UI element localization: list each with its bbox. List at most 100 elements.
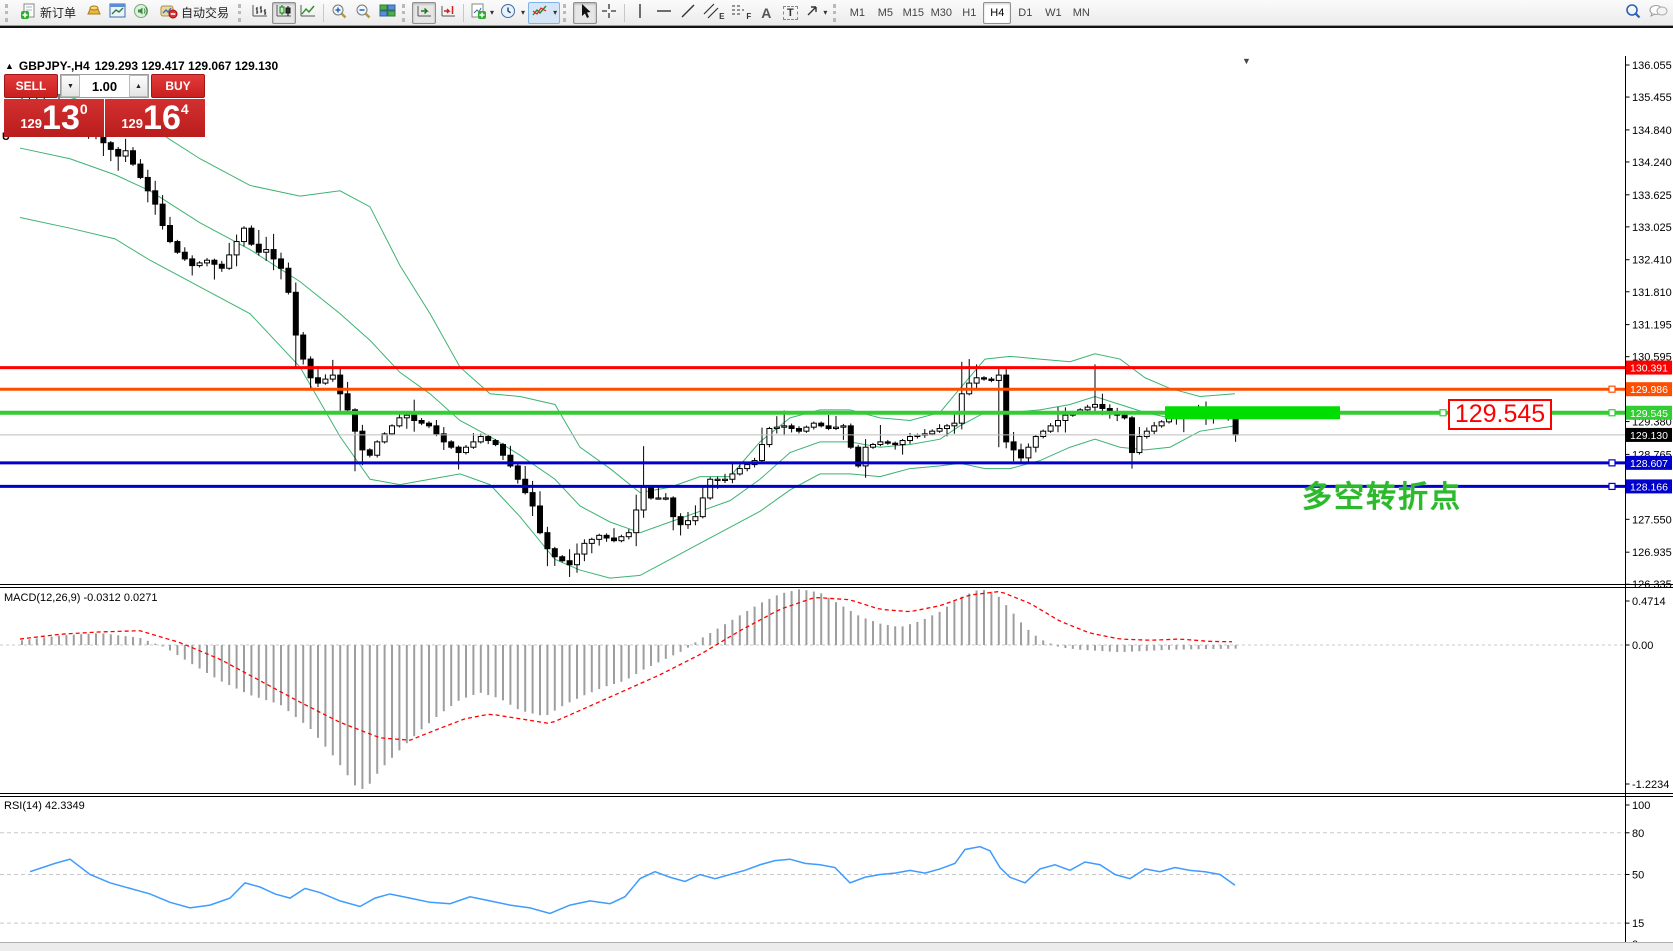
svg-text:0.00: 0.00	[1632, 640, 1653, 652]
new-order-button[interactable]: 新订单	[15, 2, 82, 24]
horizontal-line-icon	[656, 5, 672, 20]
panel-collapse-icon[interactable]: ▲	[5, 61, 14, 71]
svg-text:126.335: 126.335	[1632, 579, 1672, 591]
svg-text:128.166: 128.166	[1630, 481, 1668, 493]
tf-button-m1[interactable]: M1	[843, 2, 871, 24]
volume-increase-button[interactable]: ▲	[129, 75, 148, 97]
indicators-icon	[531, 3, 549, 22]
auto-scroll-button[interactable]	[412, 2, 436, 24]
toolbar-grip[interactable]	[563, 4, 570, 22]
auto-scroll-icon	[415, 3, 433, 22]
dropdown-arrow-icon: ▾	[823, 8, 827, 17]
ohlc-values: 129.293 129.417 129.067 129.130	[95, 59, 279, 73]
svg-text:136.055: 136.055	[1632, 60, 1672, 72]
indicators-dropdown[interactable]: ▾	[528, 2, 560, 24]
speaker-icon	[133, 3, 151, 22]
volume-input[interactable]: 1.00	[80, 75, 129, 97]
one-click-trading-panel: SELL ▼ 1.00 ▲ BUY 129 13 0 129 16 4	[4, 74, 205, 137]
tf-button-w1[interactable]: W1	[1039, 2, 1067, 24]
new-order-icon	[21, 3, 37, 22]
new-chart-dropdown[interactable]: ▾	[467, 2, 497, 24]
svg-text:129.545: 129.545	[1630, 408, 1668, 420]
volume-stepper: ▼ 1.00 ▲	[60, 74, 149, 98]
chat-bubbles-icon	[1648, 3, 1668, 23]
sell-button[interactable]: SELL	[4, 74, 58, 98]
symbol-period-label: GBPJPY-,H4	[19, 59, 90, 73]
auto-trading-label: 自动交易	[181, 4, 229, 21]
chart-window-icon	[109, 3, 127, 22]
zoom-in-icon	[330, 3, 348, 23]
gold-button[interactable]	[82, 2, 106, 24]
chart-shift-marker-icon[interactable]: ▼	[1242, 56, 1251, 66]
auto-trading-button[interactable]: 自动交易	[154, 2, 235, 24]
chart-symbol-header: ▲ GBPJPY-,H4 129.293 129.417 129.067 129…	[5, 59, 278, 73]
arrows-icon	[805, 4, 819, 21]
fibonacci-button[interactable]: F	[727, 2, 754, 24]
vertical-line-icon	[634, 3, 646, 22]
tf-button-d1[interactable]: D1	[1011, 2, 1039, 24]
toolbar-separator	[323, 4, 324, 22]
chat-button[interactable]	[1645, 2, 1671, 24]
auto-trading-icon	[160, 3, 178, 22]
zoom-in-button[interactable]	[327, 2, 351, 24]
svg-text:129.986: 129.986	[1630, 384, 1668, 396]
tf-button-m5[interactable]: M5	[871, 2, 899, 24]
toolbar-grip[interactable]	[833, 4, 840, 22]
svg-text:134.840: 134.840	[1632, 125, 1672, 137]
svg-text:80: 80	[1632, 828, 1644, 840]
turning-point-annotation[interactable]: 多空转折点	[1302, 472, 1462, 516]
bar-chart-button[interactable]	[248, 2, 272, 24]
chart-shift-button[interactable]	[436, 2, 460, 24]
buy-button[interactable]: BUY	[151, 74, 205, 98]
bar-chart-icon	[251, 3, 269, 22]
cursor-button[interactable]	[573, 2, 597, 24]
tf-button-mn[interactable]: MN	[1067, 2, 1095, 24]
alerts-button[interactable]	[130, 2, 154, 24]
toolbar-grip[interactable]	[5, 4, 12, 22]
search-icon	[1624, 3, 1642, 23]
dropdown-arrow-icon: ▾	[490, 8, 494, 17]
tf-button-m30[interactable]: M30	[927, 2, 955, 24]
toolbar-grip[interactable]	[238, 4, 245, 22]
rsi-indicator-label: RSI(14) 42.3349	[4, 800, 85, 812]
channel-letter: E	[719, 12, 724, 21]
chart-window-button[interactable]	[106, 2, 130, 24]
tile-windows-button[interactable]	[375, 2, 399, 24]
search-button[interactable]	[1621, 2, 1645, 24]
price-callout-box[interactable]: 129.545	[1448, 399, 1552, 430]
periodicity-dropdown[interactable]: ▾	[497, 2, 528, 24]
zoom-out-icon	[354, 3, 372, 23]
svg-text:134.240: 134.240	[1632, 157, 1672, 169]
mt4-window: { "glyphs": {"dropdown":"▾","triangle_up…	[0, 0, 1673, 951]
crosshair-button[interactable]	[597, 2, 621, 24]
toolbar-separator	[624, 4, 625, 22]
zoom-out-button[interactable]	[351, 2, 375, 24]
svg-text:131.810: 131.810	[1632, 287, 1672, 299]
new-chart-icon	[470, 3, 486, 22]
vertical-line-button[interactable]	[628, 2, 652, 24]
svg-text:0.4714: 0.4714	[1632, 596, 1666, 608]
volume-decrease-button[interactable]: ▼	[61, 75, 80, 97]
line-chart-button[interactable]	[296, 2, 320, 24]
sell-price-display[interactable]: 129 13 0	[4, 99, 105, 137]
svg-text:133.625: 133.625	[1632, 190, 1672, 202]
tf-button-m15[interactable]: M15	[899, 2, 927, 24]
buy-price-display[interactable]: 129 16 4	[105, 99, 205, 137]
candlestick-chart-button[interactable]	[272, 2, 296, 24]
equidistant-channel-button[interactable]: E	[700, 2, 727, 24]
svg-text:129.130: 129.130	[1630, 430, 1668, 442]
channel-icon	[703, 3, 719, 22]
chart-window: 136.055135.455134.840134.240133.625133.0…	[0, 26, 1673, 951]
toolbar-grip[interactable]	[402, 4, 409, 22]
arrows-dropdown[interactable]: ▾	[802, 2, 830, 24]
svg-text:135.455: 135.455	[1632, 92, 1672, 104]
horizontal-line-button[interactable]	[652, 2, 676, 24]
main-toolbar: 新订单 自动交易	[0, 0, 1673, 26]
svg-text:132.410: 132.410	[1632, 255, 1672, 267]
trendline-button[interactable]	[676, 2, 700, 24]
text-button[interactable]: A	[754, 2, 778, 24]
tf-button-h1[interactable]: H1	[955, 2, 983, 24]
text-label-button[interactable]: T	[778, 2, 802, 24]
tf-button-h4[interactable]: H4	[983, 2, 1011, 24]
cursor-icon	[578, 3, 592, 22]
